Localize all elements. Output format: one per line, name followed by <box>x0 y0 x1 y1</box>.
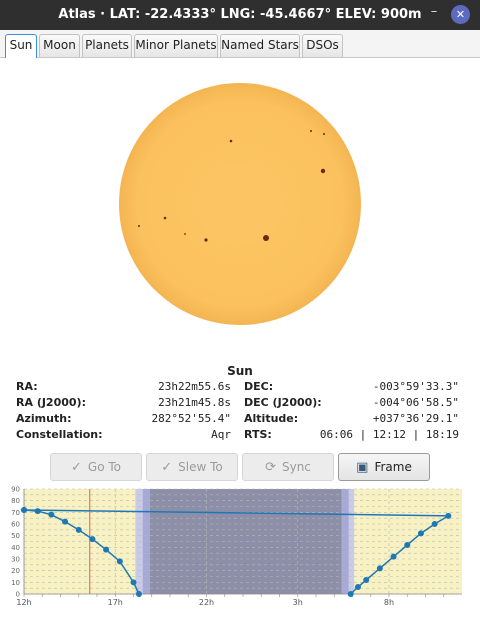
altitude-point <box>404 542 411 548</box>
altitude-point <box>135 591 142 597</box>
altitude-point <box>445 512 452 519</box>
sync-label: Sync <box>281 460 311 474</box>
title-bar: Atlas · LAT: -22.4333° LNG: -45.4667° EL… <box>0 0 480 30</box>
altitude-point <box>34 508 41 515</box>
y-tick-label: 40 <box>11 544 20 552</box>
dec-label: DEC: <box>244 380 274 393</box>
altitude-point <box>130 579 137 586</box>
altitude-point <box>431 521 438 527</box>
info-row-azalt: Azimuth: 282°52'55.4" Altitude: +037°36'… <box>0 412 480 428</box>
sunspot <box>263 235 269 241</box>
tab-bar: Sun Moon Planets Minor Planets Named Sta… <box>0 30 480 58</box>
sunspot <box>204 238 208 242</box>
sun-image <box>119 83 361 325</box>
check-icon: ✓ <box>161 460 173 475</box>
sunspot <box>163 216 167 220</box>
altitude-value: +037°36'29.1" <box>372 412 459 425</box>
y-tick-label: 30 <box>11 556 20 564</box>
ra-j2000-value: 23h21m45.8s <box>158 396 231 409</box>
tab-planets[interactable]: Planets <box>82 34 132 57</box>
y-tick-label: 70 <box>11 509 20 517</box>
dec-value: -003°59'33.3" <box>372 380 459 393</box>
info-row-const: Constellation: Aqr RTS: 06:06 | 12:12 | … <box>0 428 480 444</box>
sun-disk <box>119 83 361 325</box>
altitude-chart: 0 10 20 30 40 50 60 70 80 90 12h 17h 22h 3h 8h <box>0 485 480 618</box>
altitude-point <box>354 584 361 590</box>
altitude-label: Altitude: <box>244 412 299 425</box>
image-icon: ▣ <box>356 460 369 475</box>
altitude-point <box>417 530 424 537</box>
azimuth-label: Azimuth: <box>16 412 72 425</box>
sync-button[interactable]: ⟳ Sync <box>242 453 334 481</box>
ra-label: RA: <box>16 380 38 393</box>
goto-label: Go To <box>87 460 121 474</box>
minimize-icon[interactable]: – <box>427 4 441 24</box>
slew-to-button[interactable]: ✓ Slew To <box>146 453 238 481</box>
info-row-ra: RA: 23h22m55.6s DEC: -003°59'33.3" <box>0 380 480 396</box>
slew-to-label: Slew To <box>178 460 223 474</box>
x-tick-label: 3h <box>293 598 303 607</box>
y-tick-label: 20 <box>11 567 20 575</box>
altitude-point <box>21 507 27 513</box>
sunspot <box>320 168 326 174</box>
tab-dsos[interactable]: DSOs <box>302 34 343 57</box>
frame-button[interactable]: ▣ Frame <box>338 453 430 481</box>
close-icon[interactable]: ✕ <box>451 5 470 24</box>
object-name: Sun <box>227 364 253 378</box>
constellation-value: Aqr <box>211 428 231 441</box>
y-tick-label: 80 <box>11 497 20 505</box>
altitude-point <box>363 577 370 583</box>
altitude-point <box>75 526 82 533</box>
y-tick-label: 60 <box>11 521 20 529</box>
ra-value: 23h22m55.6s <box>158 380 231 393</box>
tab-moon[interactable]: Moon <box>39 34 80 57</box>
altitude-point <box>62 518 69 525</box>
window-title: Atlas · LAT: -22.4333° LNG: -45.4667° EL… <box>58 7 422 22</box>
azimuth-value: 282°52'55.4" <box>151 412 231 425</box>
sunspot <box>323 133 325 135</box>
altitude-point <box>103 546 110 553</box>
rts-label: RTS: <box>244 428 272 441</box>
altitude-point <box>376 565 383 572</box>
ra-j2000-label: RA (J2000): <box>16 396 86 409</box>
tab-named-stars[interactable]: Named Stars <box>220 34 300 57</box>
altitude-chart-svg: 010203040506070809012h 17h 22h 3h 8h <box>11 486 462 607</box>
x-tick-label: 8h <box>384 598 394 607</box>
tab-sun[interactable]: Sun <box>5 34 37 58</box>
x-tick-label: 22h <box>199 598 214 607</box>
goto-button[interactable]: ✓ Go To <box>50 453 142 481</box>
sunspot <box>310 130 312 132</box>
sync-icon: ⟳ <box>265 460 276 475</box>
sunspot <box>138 225 140 227</box>
dec-j2000-label: DEC (J2000): <box>244 396 322 409</box>
check-icon: ✓ <box>71 460 82 475</box>
y-tick-label: 50 <box>11 532 20 540</box>
y-tick-label: 90 <box>11 486 20 494</box>
altitude-point <box>89 536 96 543</box>
constellation-label: Constellation: <box>16 428 103 441</box>
altitude-point <box>116 558 123 565</box>
altitude-point <box>347 591 354 597</box>
dec-j2000-value: -004°06'58.5" <box>372 396 459 409</box>
sun-image-panel <box>0 58 480 358</box>
tab-minor-planets[interactable]: Minor Planets <box>134 34 218 57</box>
x-tick-label: 12h <box>16 598 31 607</box>
rts-value: 06:06 | 12:12 | 18:19 <box>319 428 459 441</box>
altitude-point <box>390 553 397 560</box>
sunspot <box>184 233 186 235</box>
altitude-point <box>48 511 55 518</box>
sunspot <box>229 139 233 143</box>
y-tick-label: 10 <box>11 579 20 587</box>
frame-label: Frame <box>374 460 412 474</box>
x-tick-label: 17h <box>108 598 123 607</box>
info-row-j2000: RA (J2000): 23h21m45.8s DEC (J2000): -00… <box>0 396 480 412</box>
